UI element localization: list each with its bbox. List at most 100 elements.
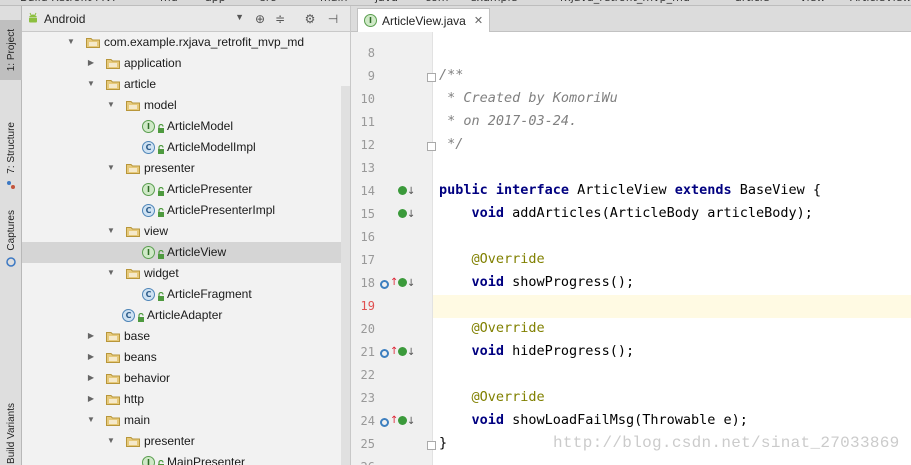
code-line-12[interactable]: */ xyxy=(439,136,463,152)
interface-icon: I xyxy=(142,246,155,259)
breadcrumb-item[interactable]: article xyxy=(735,0,770,4)
lock-icon xyxy=(157,143,165,154)
lock-icon xyxy=(137,311,145,322)
expand-arrow-icon[interactable]: ▼ xyxy=(106,436,116,446)
breadcrumb-item[interactable]: src xyxy=(260,0,276,4)
breadcrumb-item[interactable]: com xyxy=(425,0,449,4)
tree-item-presenter[interactable]: ▼ presenter xyxy=(22,158,350,179)
tree-item-articleview[interactable]: I ArticleView xyxy=(22,242,350,263)
tree-item-articleadapter[interactable]: C ArticleAdapter xyxy=(22,305,350,326)
tree-item-label: ArticleFragment xyxy=(167,287,252,301)
hide-icon[interactable]: ⊣ xyxy=(325,11,341,27)
collapse-arrow-icon[interactable]: ▶ xyxy=(86,373,96,383)
code-line-11[interactable]: * on 2017-03-24. xyxy=(439,113,577,129)
tree-item-presenter[interactable]: ▼ presenter xyxy=(22,431,350,452)
breadcrumb-item[interactable]: java xyxy=(375,0,398,4)
target-icon[interactable]: ⊕ xyxy=(252,11,268,27)
expand-arrow-icon[interactable]: ▼ xyxy=(106,226,116,236)
tree-item-http[interactable]: ▶ http xyxy=(22,389,350,410)
lock-icon xyxy=(157,206,165,217)
tree-item-label: base xyxy=(124,329,151,343)
lock-icon xyxy=(157,185,165,196)
gear-icon[interactable]: ⚙ xyxy=(302,11,318,27)
tree-item-behavior[interactable]: ▶ behavior xyxy=(22,368,350,389)
tree-item-label: com.example.rxjava_retrofit_mvp_md xyxy=(104,35,305,49)
tree-item-label: article xyxy=(124,77,157,91)
breadcrumb-item[interactable]: view xyxy=(800,0,825,4)
package-folder-icon xyxy=(106,415,120,426)
tree-item-widget[interactable]: ▼ widget xyxy=(22,263,350,284)
tool-tab-build-variants[interactable]: Build Variants xyxy=(0,401,22,465)
collapse-arrow-icon[interactable]: ▶ xyxy=(86,58,96,68)
code-line-18[interactable]: void showProgress(); xyxy=(439,274,635,290)
project-panel: Android ▼ ⊕ ≑ ⚙ ⊣ ▼ com.example.rxjava_re… xyxy=(22,6,351,465)
code-line-20[interactable]: @Override xyxy=(439,320,545,336)
tree-item-mainpresenter[interactable]: I MainPresenter xyxy=(22,452,350,465)
lock-icon xyxy=(157,122,165,133)
code-line-25[interactable]: } xyxy=(439,435,447,451)
collapse-icon[interactable]: ≑ xyxy=(272,11,288,27)
collapse-arrow-icon[interactable]: ▶ xyxy=(86,394,96,404)
package-folder-icon xyxy=(126,226,140,237)
expand-arrow-icon[interactable]: ▼ xyxy=(106,163,116,173)
breadcrumb-item[interactable]: rxjava_retrofit_mvp_md xyxy=(560,0,690,4)
breadcrumb-item[interactable]: main xyxy=(320,0,347,4)
android-icon xyxy=(26,11,40,28)
tool-tab-label: Captures xyxy=(5,209,17,251)
code-line-15[interactable]: void addArticles(ArticleBody articleBody… xyxy=(439,205,813,221)
tree-item-view[interactable]: ▼ view xyxy=(22,221,350,242)
tree-item-articlemodelimpl[interactable]: C ArticleModelImpl xyxy=(22,137,350,158)
code-line-21[interactable]: void hideProgress(); xyxy=(439,343,635,359)
expand-arrow-icon[interactable]: ▼ xyxy=(86,415,96,425)
breadcrumb-item[interactable]: app xyxy=(205,0,226,4)
keyword: void xyxy=(439,205,505,221)
tool-tab-label: 1: Project xyxy=(5,28,17,72)
code-line-17[interactable]: @Override xyxy=(439,251,545,267)
breadcrumb-item[interactable]: md xyxy=(160,0,178,4)
expand-arrow-icon[interactable]: ▼ xyxy=(106,268,116,278)
tree-item-com-example-rxjava-retrofit-mvp-md[interactable]: ▼ com.example.rxjava_retrofit_mvp_md xyxy=(22,32,350,53)
breadcrumb-item[interactable]: Build Retrofit MVP xyxy=(20,0,119,4)
expand-arrow-icon[interactable]: ▼ xyxy=(86,79,96,89)
code-editor: I ArticleView.java ✕ 8 9 10 11 12 13 14 ↓ 15 ↓ 16 1… xyxy=(351,6,911,465)
tree-item-articlepresenterimpl[interactable]: C ArticlePresenterImpl xyxy=(22,200,350,221)
tree-item-base[interactable]: ▶ base xyxy=(22,326,350,347)
tree-item-label: ArticleModelImpl xyxy=(167,140,256,154)
expand-arrow-icon[interactable]: ▼ xyxy=(106,100,116,110)
tree-item-model[interactable]: ▼ model xyxy=(22,95,350,116)
tool-tab-label: 7: Structure xyxy=(5,121,17,174)
collapse-arrow-icon[interactable]: ▶ xyxy=(86,352,96,362)
code-line-24[interactable]: void showLoadFailMsg(Throwable e); xyxy=(439,412,748,428)
tree-item-main[interactable]: ▼ main xyxy=(22,410,350,431)
tool-tab-1-project[interactable]: 1: Project xyxy=(0,20,22,80)
breadcrumb-item[interactable]: example xyxy=(470,0,517,4)
package-folder-icon xyxy=(126,100,140,111)
package-folder-icon xyxy=(106,79,120,90)
code-line-14[interactable]: public interface ArticleView extends Bas… xyxy=(439,182,821,198)
code-line-9[interactable]: /** xyxy=(439,67,463,83)
tree-item-application[interactable]: ▶ application xyxy=(22,53,350,74)
tree-item-articlemodel[interactable]: I ArticleModel xyxy=(22,116,350,137)
breadcrumb-item[interactable]: ArticleView xyxy=(850,0,911,4)
tree-item-label: ArticlePresenterImpl xyxy=(167,203,276,217)
comment-text: /** xyxy=(439,67,464,83)
tool-tab-label: Build Variants xyxy=(5,402,17,464)
collapse-arrow-icon[interactable]: ▶ xyxy=(86,331,96,341)
tree-item-articlefragment[interactable]: C ArticleFragment xyxy=(22,284,350,305)
project-scrollbar[interactable] xyxy=(341,86,350,465)
tool-tab-captures[interactable]: Captures xyxy=(0,206,22,268)
lock-icon xyxy=(157,458,165,465)
tree-item-articlepresenter[interactable]: I ArticlePresenter xyxy=(22,179,350,200)
code-area[interactable]: /** * Created by KomoriWu * on 2017-03-2… xyxy=(351,32,911,465)
code-line-10[interactable]: * Created by KomoriWu xyxy=(439,90,618,106)
tree-item-article[interactable]: ▼ article xyxy=(22,74,350,95)
package-folder-icon xyxy=(126,163,140,174)
tab-article-view[interactable]: I ArticleView.java ✕ xyxy=(357,8,491,32)
project-panel-header: Android ▼ ⊕ ≑ ⚙ ⊣ xyxy=(22,6,350,32)
expand-arrow-icon[interactable]: ▼ xyxy=(66,37,76,47)
close-icon[interactable]: ✕ xyxy=(474,14,483,27)
tool-tab-7-structure[interactable]: 7: Structure xyxy=(0,116,22,191)
code-line-23[interactable]: @Override xyxy=(439,389,545,405)
tree-item-beans[interactable]: ▶ beans xyxy=(22,347,350,368)
project-view-selector[interactable]: Android ▼ xyxy=(26,9,248,29)
